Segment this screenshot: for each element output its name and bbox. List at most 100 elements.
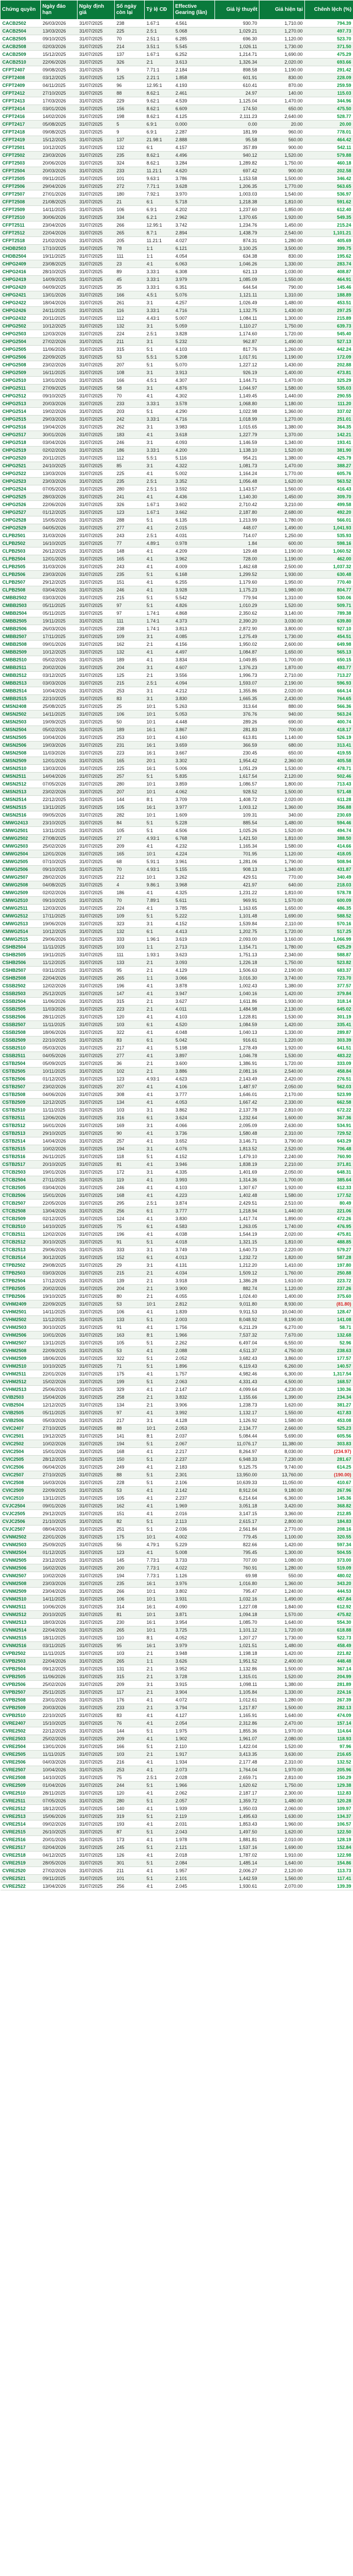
cell-conversion-ratio: 4:1	[144, 1509, 174, 1518]
cell-difference: 177.57	[304, 1354, 353, 1363]
cell-effective-gearing: 4.022	[173, 1564, 215, 1572]
cell-valuation-date: 31/07/2025	[77, 1812, 115, 1820]
cell-difference: 145.46	[304, 283, 353, 291]
cell-effective-gearing: 5.611	[173, 896, 215, 905]
cell-warrant-code: CHPG2522	[0, 469, 41, 478]
cell-valuation-date: 31/07/2025	[77, 943, 115, 951]
cell-conversion-ratio: 4.43:1	[144, 314, 174, 322]
table-row: CVHM2506 10/01/2026 31/07/2025 163 8:1 1.966 7…	[0, 1331, 353, 1339]
cell-current-price: 1,650.00	[259, 904, 305, 912]
cell-maturity-date: 25/09/2025	[40, 1541, 78, 1549]
cell-maturity-date: 09/10/2025	[40, 392, 78, 400]
cell-effective-gearing: 3.659	[173, 741, 215, 749]
cell-current-price: 8,190.00	[259, 1315, 305, 1324]
cell-days-remaining: 165	[114, 757, 145, 765]
cell-days-remaining: 223	[114, 1005, 145, 1013]
cell-days-remaining: 186	[114, 446, 145, 454]
cell-effective-gearing: 4.716	[173, 306, 215, 315]
cell-difference: 418.17	[304, 726, 353, 734]
cell-valuation-date: 31/07/2025	[77, 1649, 115, 1657]
cell-current-price: 1,500.00	[259, 788, 305, 796]
cell-current-price: 1,730.00	[259, 1634, 305, 1642]
cell-effective-gearing: 1.957	[173, 1867, 215, 1875]
table-row: CSHB2508 22/04/2026 31/07/2025 265 1:1 3.066 3…	[0, 974, 353, 982]
cell-theoretical-price: 1,226.18	[214, 958, 259, 967]
col-maturity-date: Ngày đáo hạn	[40, 0, 78, 20]
cell-difference: 197.80	[304, 1261, 353, 1269]
cell-theoretical-price: 1,098.11	[214, 1680, 259, 1689]
cell-current-price: 1,570.00	[259, 896, 305, 905]
cell-conversion-ratio: 2:1	[144, 1688, 174, 1696]
cell-difference: 563.24	[304, 710, 353, 718]
cell-conversion-ratio: 6:1	[144, 1020, 174, 1029]
cell-difference: 335.41	[304, 1020, 353, 1029]
cell-valuation-date: 31/07/2025	[77, 1502, 115, 1510]
table-row: CHPG2504 27/02/2026 31/07/2025 211 3:1 5.232 9…	[0, 337, 353, 346]
cell-effective-gearing: 5.006	[173, 764, 215, 773]
cell-current-price: 7,670.00	[259, 1331, 305, 1339]
table-row: CFPT2504 20/03/2026 31/07/2025 233 11.21:1 4.…	[0, 167, 353, 175]
cell-effective-gearing: 5.232	[173, 337, 215, 346]
table-row: CSTB2505 10/11/2025 31/07/2025 102 2:1 3.886 2…	[0, 1067, 353, 1075]
cell-conversion-ratio: 16:1	[144, 1603, 174, 1611]
table-row: CHPG2419 14/09/2025 31/07/2025 45 3.33:1 3.97…	[0, 275, 353, 284]
cell-warrant-code: CVPB2510	[0, 1711, 41, 1720]
table-row: CSSB2511 04/05/2026 31/07/2025 277 4:1 3.897 1…	[0, 1052, 353, 1060]
table-row: CACB2505 09/10/2025 31/07/2025 70 2.51:1 6.28…	[0, 35, 353, 43]
cell-days-remaining: 166	[114, 376, 145, 384]
cell-warrant-code: CTPB2506	[0, 1292, 41, 1300]
cell-maturity-date: 19/09/2025	[40, 718, 78, 726]
cell-days-remaining: 246	[114, 438, 145, 447]
cell-effective-gearing: 2.142	[173, 1486, 215, 1494]
cell-conversion-ratio: 4.93:1	[144, 1075, 174, 1083]
cell-days-remaining: 77	[114, 539, 145, 547]
cell-difference: 418.05	[304, 850, 353, 858]
cell-warrant-code: CLPB2507	[0, 578, 41, 586]
cell-warrant-code: CFPT2407	[0, 66, 41, 74]
cell-current-price: 1,580.00	[259, 842, 305, 850]
cell-maturity-date: 24/11/2025	[40, 306, 78, 315]
table-row: CVJC2507 08/04/2026 31/07/2025 251 5:1 2.036 2…	[0, 1525, 353, 1533]
cell-theoretical-price: 2,429.51	[214, 1199, 259, 1207]
cell-current-price: 900.00	[259, 143, 305, 152]
cell-current-price: 1,240.00	[259, 1587, 305, 1595]
cell-valuation-date: 31/07/2025	[77, 539, 115, 547]
cell-days-remaining: 85	[114, 462, 145, 470]
table-row: CSTB2517 20/10/2025 31/07/2025 81 4:1 3.946 1,…	[0, 1160, 353, 1168]
cell-difference: 134.37	[304, 1812, 353, 1820]
cell-conversion-ratio: 10:1	[144, 1533, 174, 1541]
cell-days-remaining: 272	[114, 182, 145, 190]
table-row: CHPG2426 24/11/2025 31/07/2025 116 3.33:1 4.7…	[0, 306, 353, 315]
cell-valuation-date: 31/07/2025	[77, 757, 115, 765]
cell-days-remaining: 223	[114, 749, 145, 757]
table-row: CSSB2505 11/03/2026 31/07/2025 223 2:1 4.011 1…	[0, 1005, 353, 1013]
cell-difference: 522.73	[304, 1634, 353, 1642]
cell-current-price: 1,550.00	[259, 275, 305, 284]
cell-valuation-date: 31/07/2025	[77, 562, 115, 571]
cell-days-remaining: 207	[114, 1083, 145, 1091]
cell-difference: 416.43	[304, 485, 353, 493]
table-row: CHPG2521 24/10/2025 31/07/2025 85 3:1 4.322 1,…	[0, 462, 353, 470]
cell-effective-gearing: 3.066	[173, 974, 215, 982]
cell-effective-gearing: 2.962	[173, 213, 215, 221]
cell-valuation-date: 31/07/2025	[77, 159, 115, 167]
cell-effective-gearing: 3.886	[173, 1067, 215, 1075]
table-row: CVIB2503 15/04/2026 31/07/2025 258 2:1 3.832 1…	[0, 1393, 353, 1401]
cell-theoretical-price: 1,764.04	[214, 1766, 259, 1774]
cell-difference: 414.66	[304, 842, 353, 850]
cell-theoretical-price: 1,484.98	[214, 1005, 259, 1013]
cell-conversion-ratio: 2.5:1	[144, 330, 174, 338]
table-row: CVRE2506 04/03/2026 31/07/2025 216 4:1 1.934 2…	[0, 1758, 353, 1766]
cell-theoretical-price: 4,099.64	[214, 1385, 259, 1394]
cell-maturity-date: 08/04/2026	[40, 1525, 78, 1533]
cell-valuation-date: 31/07/2025	[77, 896, 115, 905]
cell-valuation-date: 31/07/2025	[77, 1665, 115, 1673]
cell-difference: 458.84	[304, 1067, 353, 1075]
cell-theoretical-price: 1,996.73	[214, 671, 259, 679]
cell-warrant-code: CHPG2421	[0, 291, 41, 299]
cell-effective-gearing: 2.217	[173, 1447, 215, 1456]
cell-conversion-ratio: 2:1	[144, 1277, 174, 1285]
cell-days-remaining: 172	[114, 1168, 145, 1176]
cell-conversion-ratio: 4:1	[144, 1028, 174, 1037]
table-row: CSTB2511 12/06/2026 31/07/2025 316 6:1 3.624 1…	[0, 1114, 353, 1122]
